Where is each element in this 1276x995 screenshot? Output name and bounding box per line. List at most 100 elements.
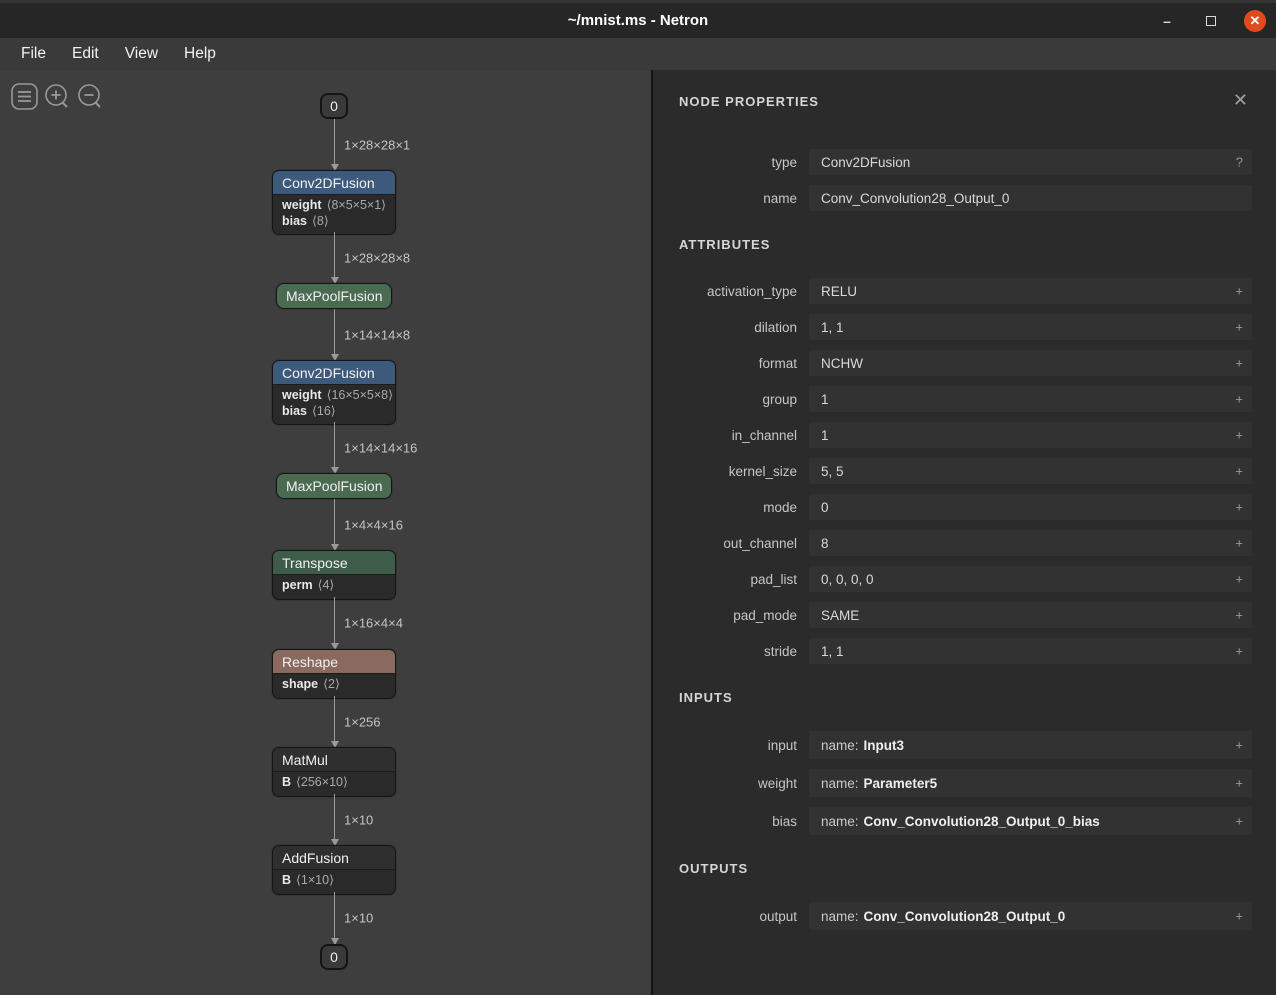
zoom-out-icon[interactable] <box>79 85 100 107</box>
node-body: weight⟨8×5×5×1⟩ bias⟨8⟩ <box>273 195 395 234</box>
output-value-box[interactable]: name:Conv_Convolution28_Output_0+ <box>809 902 1252 930</box>
node-title: AddFusion <box>282 850 349 866</box>
input-name: Parameter5 <box>864 776 938 791</box>
expand-icon[interactable]: + <box>1235 814 1243 829</box>
expand-icon[interactable]: + <box>1235 428 1243 443</box>
graph-node-transpose[interactable]: Transpose perm⟨4⟩ <box>272 550 396 600</box>
row-label: pad_mode <box>679 608 797 623</box>
zoom-in-icon[interactable] <box>46 85 67 107</box>
graph-node-reshape[interactable]: Reshape shape⟨2⟩ <box>272 649 396 699</box>
graph-input-node[interactable]: 0 <box>320 93 348 119</box>
inputs-title: INPUTS <box>679 690 1252 705</box>
attributes-title: ATTRIBUTES <box>679 237 1252 252</box>
output-row: output name:Conv_Convolution28_Output_0+ <box>679 902 1252 930</box>
expand-icon[interactable]: + <box>1235 572 1243 587</box>
input-value-box[interactable]: name:Conv_Convolution28_Output_0_bias+ <box>809 807 1252 835</box>
expand-icon[interactable]: + <box>1235 500 1243 515</box>
attribute-value: 8 <box>821 536 829 551</box>
attr-name: B <box>282 873 291 887</box>
type-value: Conv2DFusion <box>821 155 910 170</box>
attribute-value-box[interactable]: SAME+ <box>809 602 1252 628</box>
attribute-value: 0 <box>821 500 829 515</box>
graph-node-conv2dfusion-1[interactable]: Conv2DFusion weight⟨8×5×5×1⟩ bias⟨8⟩ <box>272 170 396 235</box>
input-name: Input3 <box>864 738 905 753</box>
attribute-value-box[interactable]: 0, 0, 0, 0+ <box>809 566 1252 592</box>
attribute-row: stride 1, 1+ <box>679 638 1252 664</box>
edge-shape-label: 1×14×14×16 <box>344 440 417 455</box>
attribute-value-box[interactable]: 1+ <box>809 422 1252 448</box>
attribute-row: kernel_size 5, 5+ <box>679 458 1252 484</box>
node-body: B ⟨1×10⟩ <box>273 870 395 894</box>
graph-node-conv2dfusion-2[interactable]: Conv2DFusion weight⟨16×5×5×8⟩ bias⟨16⟩ <box>272 360 396 425</box>
menu-file[interactable]: File <box>8 41 59 67</box>
edge-shape-label: 1×10 <box>344 812 373 827</box>
input-row: weight name:Parameter5+ <box>679 769 1252 797</box>
graph-node-maxpoolfusion-1[interactable]: MaxPoolFusion <box>276 283 392 309</box>
maximize-icon <box>1206 16 1216 26</box>
panel-close-icon[interactable]: ✕ <box>1233 91 1248 109</box>
node-body: weight⟨16×5×5×8⟩ bias⟨16⟩ <box>273 385 395 424</box>
attribute-row: mode 0+ <box>679 494 1252 520</box>
attribute-value-box[interactable]: 1+ <box>809 386 1252 412</box>
attribute-value-box[interactable]: 0+ <box>809 494 1252 520</box>
attribute-value-box[interactable]: 5, 5+ <box>809 458 1252 484</box>
type-value-box[interactable]: Conv2DFusion ? <box>809 149 1252 175</box>
input-value-box[interactable]: name:Input3+ <box>809 731 1252 759</box>
edge-shape-label: 1×28×28×8 <box>344 250 410 265</box>
row-label: bias <box>679 814 797 829</box>
node-header: Reshape <box>273 650 395 674</box>
property-row-name: name Conv_Convolution28_Output_0 <box>679 185 1252 211</box>
row-label: dilation <box>679 320 797 335</box>
attribute-value-box[interactable]: NCHW+ <box>809 350 1252 376</box>
expand-icon[interactable]: + <box>1235 909 1243 924</box>
node-title: Transpose <box>282 555 348 571</box>
graph-node-matmul[interactable]: MatMul B⟨256×10⟩ <box>272 747 396 797</box>
name-value-box[interactable]: Conv_Convolution28_Output_0 <box>809 185 1252 211</box>
expand-icon[interactable]: + <box>1235 738 1243 753</box>
expand-icon[interactable]: + <box>1235 464 1243 479</box>
edge-shape-label: 1×4×4×16 <box>344 517 403 532</box>
expand-icon[interactable]: + <box>1235 644 1243 659</box>
input-value-box[interactable]: name:Parameter5+ <box>809 769 1252 797</box>
attribute-value-box[interactable]: 1, 1+ <box>809 314 1252 340</box>
attribute-value-box[interactable]: 8+ <box>809 530 1252 556</box>
node-title: Conv2DFusion <box>282 175 375 191</box>
attribute-value-box[interactable]: RELU+ <box>809 278 1252 304</box>
graph-edge-6: 1×16×4×4 <box>334 597 335 649</box>
expand-icon[interactable]: + <box>1235 776 1243 791</box>
minimize-button[interactable]: – <box>1156 10 1178 32</box>
attr-name: bias <box>282 214 307 228</box>
graph-output-node[interactable]: 0 <box>320 944 348 970</box>
edge-shape-label: 1×28×28×1 <box>344 137 410 152</box>
graph-node-maxpoolfusion-2[interactable]: MaxPoolFusion <box>276 473 392 499</box>
expand-icon[interactable]: + <box>1235 356 1243 371</box>
row-label: out_channel <box>679 536 797 551</box>
expand-icon[interactable]: + <box>1235 320 1243 335</box>
netron-window: ~/mnist.ms - Netron – ✕ File Edit View H… <box>0 0 1276 995</box>
expand-icon[interactable]: + <box>1235 608 1243 623</box>
edge-shape-label: 1×14×14×8 <box>344 327 410 342</box>
attribute-value-box[interactable]: 1, 1+ <box>809 638 1252 664</box>
menu-help[interactable]: Help <box>171 41 229 67</box>
graph-canvas[interactable]: 0 1×28×28×1 Conv2DFusion weight⟨8×5×5×1⟩… <box>0 70 651 995</box>
attribute-row: dilation 1, 1+ <box>679 314 1252 340</box>
expand-icon[interactable]: + <box>1235 284 1243 299</box>
graph-edge-2: 1×28×28×8 <box>334 232 335 283</box>
maximize-button[interactable] <box>1200 10 1222 32</box>
panel-title: NODE PROPERTIES <box>679 94 1252 109</box>
attr-value: ⟨1×10⟩ <box>296 873 334 887</box>
node-body: B⟨256×10⟩ <box>273 772 395 796</box>
expand-icon[interactable]: + <box>1235 392 1243 407</box>
node-header: Conv2DFusion <box>273 171 395 195</box>
help-icon[interactable]: ? <box>1236 155 1243 170</box>
node-title: MaxPoolFusion <box>286 478 383 494</box>
menu-view[interactable]: View <box>112 41 171 67</box>
close-button[interactable]: ✕ <box>1244 10 1266 32</box>
input-name: Conv_Convolution28_Output_0_bias <box>864 814 1100 829</box>
menu-edit[interactable]: Edit <box>59 41 112 67</box>
menu-icon[interactable] <box>12 84 37 109</box>
graph-node-addfusion[interactable]: AddFusion B ⟨1×10⟩ <box>272 845 396 895</box>
attribute-row: format NCHW+ <box>679 350 1252 376</box>
attr-value: ⟨256×10⟩ <box>296 775 348 789</box>
expand-icon[interactable]: + <box>1235 536 1243 551</box>
